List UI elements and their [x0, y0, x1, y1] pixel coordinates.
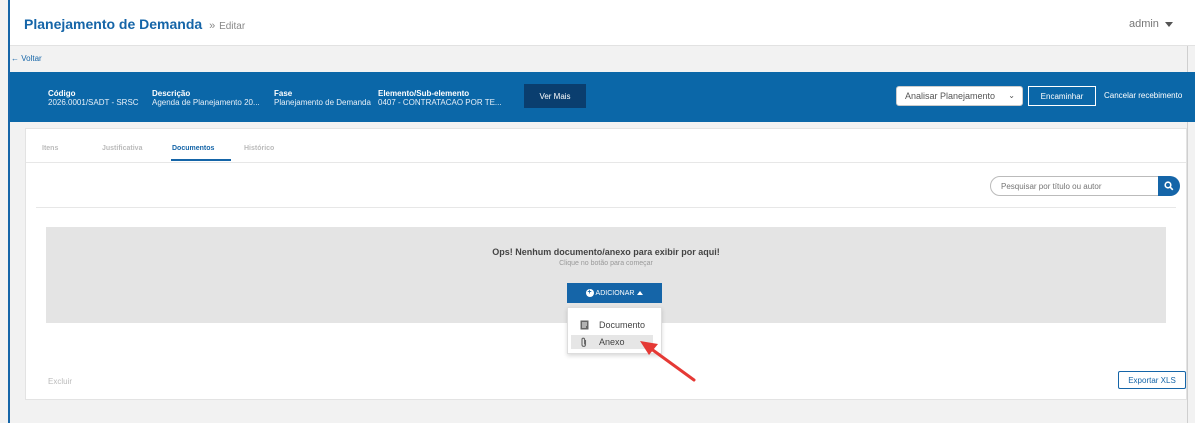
caret-up-icon [637, 291, 644, 295]
breadcrumb-separator: » [209, 20, 216, 32]
user-menu[interactable]: admin [1129, 18, 1173, 30]
active-tab-indicator [171, 159, 231, 161]
tab-historico[interactable]: Histórico [244, 145, 274, 152]
tab-itens[interactable]: Itens [42, 145, 58, 152]
field-elemento: Elemento/Sub-elemento 0407 - CONTRATACAO… [378, 89, 502, 108]
documents-panel: Itens Justificativa Documentos Histórico… [25, 128, 1187, 400]
action-select[interactable]: Analisar Planejamento ⌄ [896, 86, 1023, 106]
adicionar-button[interactable]: + ADICIONAR [567, 283, 662, 303]
paperclip-icon [581, 337, 587, 347]
annotation-arrow-icon [640, 341, 696, 382]
action-select-value: Analisar Planejamento [905, 91, 996, 101]
search-input[interactable] [990, 176, 1162, 196]
ver-mais-button[interactable]: Ver Mais [524, 84, 586, 108]
top-header: Planejamento de Demanda » Editar admin [10, 0, 1195, 46]
document-icon [580, 320, 589, 330]
page-title: Planejamento de Demanda » Editar [24, 16, 245, 32]
field-descricao: Descrição Agenda de Planejamento 20... [152, 89, 260, 108]
search-icon [1164, 181, 1174, 191]
left-border [8, 0, 10, 423]
user-name: admin [1128, 18, 1159, 30]
plus-circle-icon: + [585, 289, 594, 297]
caret-down-icon [1165, 21, 1173, 27]
descricao-value: Agenda de Planejamento 20... [152, 98, 260, 107]
exportar-xls-button[interactable]: Exportar XLS [1118, 371, 1186, 389]
menu-item-anexo-label: Anexo [599, 337, 625, 347]
back-link[interactable]: ← Voltar [11, 54, 42, 63]
empty-state-title: Ops! Nenhum documento/anexo para exibir … [492, 247, 720, 257]
descricao-label: Descrição [152, 89, 191, 98]
cancelar-recebimento-button[interactable]: Cancelar recebimento [1104, 91, 1182, 100]
chevron-down-icon: ⌄ [1008, 91, 1015, 100]
menu-item-documento-label: Documento [599, 320, 646, 330]
codigo-label: Código [48, 89, 76, 98]
search-button[interactable] [1158, 176, 1180, 196]
empty-state-subtitle: Clique no botão para começar [559, 260, 653, 267]
tab-justificativa[interactable]: Justificativa [102, 145, 142, 152]
encaminhar-button[interactable]: Encaminhar [1028, 86, 1096, 106]
search-bar [990, 176, 1182, 196]
fase-value: Planejamento de Demanda [274, 98, 371, 107]
breadcrumb: Editar [219, 21, 246, 32]
tab-bar: Itens Justificativa Documentos Histórico [26, 129, 1186, 163]
field-fase: Fase Planejamento de Demanda [274, 89, 371, 108]
info-bar: Código 2026.0001/SADT - SRSC Descrição A… [10, 72, 1195, 122]
tab-documentos[interactable]: Documentos [172, 145, 214, 152]
elemento-label: Elemento/Sub-elemento [378, 89, 470, 98]
divider [36, 207, 1176, 208]
elemento-value: 0407 - CONTRATACAO POR TE... [378, 98, 502, 107]
app-title-text: Planejamento de Demanda [24, 16, 203, 32]
fase-label: Fase [274, 89, 293, 98]
codigo-value: 2026.0001/SADT - SRSC [48, 98, 139, 107]
adicionar-label: ADICIONAR [595, 289, 635, 297]
field-codigo: Código 2026.0001/SADT - SRSC [48, 89, 139, 108]
excluir-button[interactable]: Excluir [48, 377, 72, 386]
